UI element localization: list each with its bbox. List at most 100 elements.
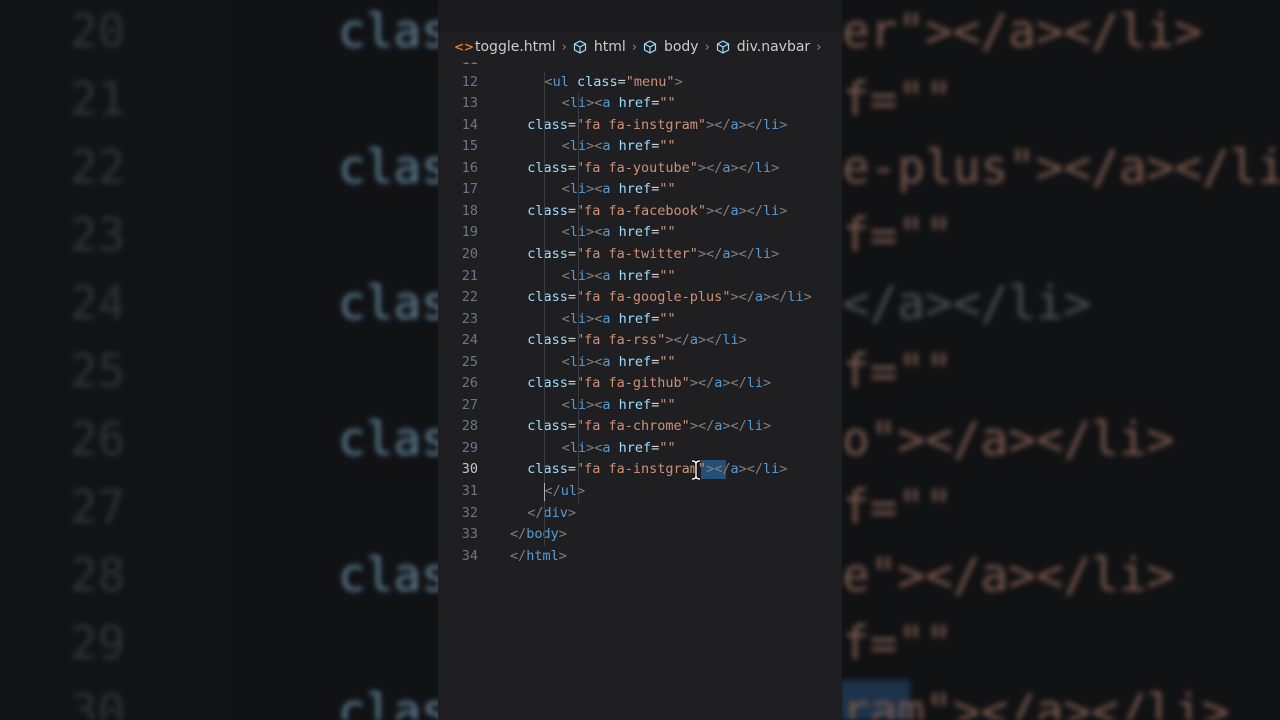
code-line[interactable]: 27<li><a href="" (438, 395, 842, 417)
background-code-fragment: ram"></a></li> (842, 684, 1230, 720)
background-code-fragment: clas (338, 548, 449, 602)
ibeam-cursor-icon (689, 459, 703, 481)
background-divider (228, 0, 229, 720)
code-text: class="fa fa-twitter"></a></li> (527, 245, 780, 262)
line-number: 30 (461, 461, 478, 478)
line-number: 12 (461, 73, 478, 90)
line-number: 16 (461, 159, 478, 176)
line-number: 15 (461, 138, 478, 155)
background-line-number: 30 (70, 684, 126, 720)
code-line[interactable]: 34 </html> (438, 546, 842, 568)
breadcrumb-item-body[interactable]: body (643, 39, 699, 55)
code-text: </div> (527, 504, 577, 521)
background-code-fragment: f="" (842, 72, 953, 126)
code-line[interactable]: 21<li><a href="" (438, 266, 842, 288)
code-line[interactable]: 30 class="fa fa-instgram"></a></li> (438, 459, 842, 481)
breadcrumb-label: div.navbar (736, 39, 811, 55)
line-number: 18 (461, 202, 478, 219)
code-line[interactable]: 32 </div> (438, 503, 842, 525)
code-line[interactable]: 23<li><a href="" (438, 309, 842, 331)
code-line[interactable]: 17<li><a href="" (438, 179, 842, 201)
line-number: 32 (461, 504, 478, 521)
background-code-fragment: clas (338, 140, 449, 194)
code-line[interactable]: 33 </body> (438, 524, 842, 546)
background-line-number: 27 (70, 480, 126, 534)
line-number: 13 (461, 95, 478, 112)
code-line[interactable]: 28 class="fa fa-chrome"></a></li> (438, 416, 842, 438)
line-number: 20 (461, 245, 478, 262)
code-line[interactable]: 24 class="fa fa-rss"></a></li> (438, 330, 842, 352)
background-line-number: 23 (70, 208, 126, 262)
code-text: class="fa fa-instgram"></a></li> (527, 461, 788, 478)
cube-icon (573, 40, 589, 54)
line-number: 26 (461, 375, 478, 392)
line-number: 29 (461, 439, 478, 456)
breadcrumb-label: html (593, 39, 626, 55)
background-code-fragment: clas (338, 276, 449, 330)
code-line[interactable]: 29<li><a href="" (438, 438, 842, 460)
code-line[interactable]: 22 class="fa fa-google-plus"></a></li> (438, 287, 842, 309)
background-line-number: 28 (70, 548, 126, 602)
code-text: class="fa fa-facebook"></a></li> (527, 202, 788, 219)
code-text: class="fa fa-chrome"></a></li> (527, 418, 772, 435)
chevron-right-icon: › (704, 39, 710, 55)
code-line[interactable]: 19<li><a href="" (438, 222, 842, 244)
code-editor-panel[interactable]: <> toggle.html › html › body › div.navba… (438, 0, 842, 720)
line-number: 23 (461, 310, 478, 327)
line-number: 25 (461, 353, 478, 370)
chevron-right-icon: › (631, 39, 637, 55)
background-line-number: 29 (70, 616, 126, 670)
code-line[interactable]: 20 class="fa fa-twitter"></a></li> (438, 244, 842, 266)
code-text: </ul> (544, 483, 586, 499)
background-code-fragment: clas (338, 684, 449, 720)
code-line[interactable]: 15<li><a href="" (438, 136, 842, 158)
code-text: </html> (510, 547, 567, 564)
background-code-fragment: clas (338, 4, 449, 58)
background-code-fragment: f="" (842, 616, 953, 670)
background-line-number: 26 (70, 412, 126, 466)
code-text: <ul class="menu"> (544, 73, 683, 90)
code-line[interactable]: 12 <ul class="menu"> (438, 72, 842, 94)
editor-title-bar (438, 0, 842, 32)
background-line-number: 21 (70, 72, 126, 126)
indent-guide (544, 71, 545, 546)
code-text: class="fa fa-youtube"></a></li> (527, 159, 780, 176)
code-line[interactable]: 26 class="fa fa-github"></a></li> (438, 373, 842, 395)
code-line[interactable]: 13<li><a href="" (438, 93, 842, 115)
line-number: 19 (461, 224, 478, 241)
code-line[interactable]: 14 class="fa fa-instgram"></a></li> (438, 115, 842, 137)
background-code-fragment: e-plus"></a></li (842, 140, 1280, 194)
chevron-right-icon: › (816, 39, 822, 55)
breadcrumb-item-div-navbar[interactable]: div.navbar (716, 39, 810, 55)
code-line[interactable]: 16 class="fa fa-youtube"></a></li> (438, 158, 842, 180)
code-line[interactable]: 18 class="fa fa-facebook"></a></li> (438, 201, 842, 223)
breadcrumb-item-file[interactable]: <> toggle.html (454, 39, 556, 55)
breadcrumb-label: toggle.html (475, 39, 556, 55)
line-number: 28 (461, 418, 478, 435)
code-area[interactable]: 11<div class="navbar">12<ul class="menu"… (438, 41, 842, 720)
background-line-number: 20 (70, 4, 126, 58)
line-number: 22 (461, 289, 478, 306)
breadcrumb-item-html[interactable]: html (573, 39, 626, 55)
line-number: 33 (461, 526, 478, 543)
background-code-fragment: f="" (842, 480, 953, 534)
code-text: class="fa fa-rss"></a></li> (527, 332, 747, 349)
line-number: 24 (461, 332, 478, 349)
indent-guide (578, 93, 579, 503)
line-number: 27 (461, 396, 478, 413)
code-line[interactable]: 31 </ul> (438, 481, 842, 503)
breadcrumb: <> toggle.html › html › body › div.navba… (438, 32, 842, 62)
background-line-number: 22 (70, 140, 126, 194)
background-code-fragment: er"></a></li> (842, 4, 1203, 58)
line-number: 34 (461, 547, 478, 564)
screen: 20 21 22 23 24 25 26 27 28 29 30 clas clas clas clas c… (0, 0, 1280, 720)
cube-icon (716, 40, 732, 54)
cube-icon (643, 40, 659, 54)
chevron-right-icon: › (561, 39, 567, 55)
background-code-fragment: clas (338, 412, 449, 466)
background-code-fragment: </a></li> (842, 276, 1092, 330)
code-line[interactable]: 25<li><a href="" (438, 352, 842, 374)
line-number: 14 (461, 116, 478, 133)
background-code-fragment: o"></a></li> (842, 412, 1175, 466)
line-number: 21 (461, 267, 478, 284)
